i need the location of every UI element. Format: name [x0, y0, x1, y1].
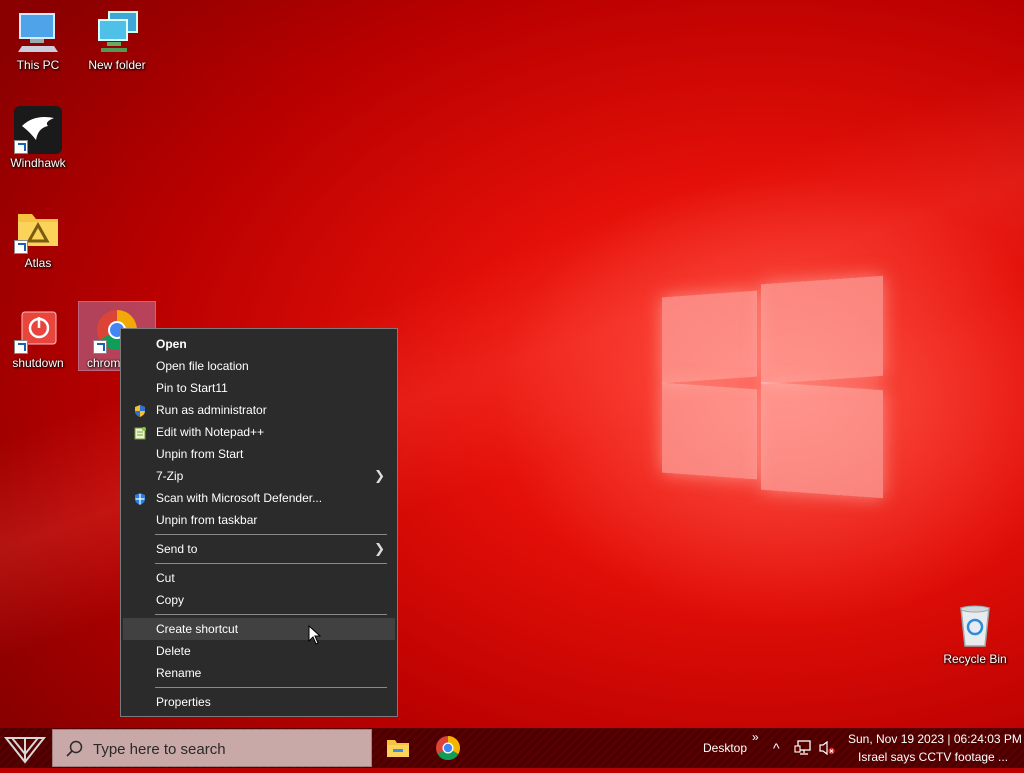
- menu-item-unpin-from-taskbar[interactable]: Unpin from taskbar: [123, 509, 395, 531]
- taskbar-search-box[interactable]: Type here to search: [52, 729, 372, 767]
- recycle-bin-icon: [951, 602, 999, 650]
- folder-icon: [14, 206, 62, 254]
- tray-show-hidden-icons[interactable]: ^: [773, 740, 780, 756]
- menu-item-label: Run as administrator: [156, 403, 267, 417]
- menu-item-label: Create shortcut: [156, 622, 239, 636]
- menu-separator: [155, 534, 387, 535]
- menu-item-scan-with-defender[interactable]: Scan with Microsoft Defender...: [123, 487, 395, 509]
- defender-shield-icon: [133, 491, 147, 505]
- menu-item-send-to[interactable]: Send to ❯: [123, 538, 395, 560]
- menu-item-create-shortcut[interactable]: Create shortcut: [123, 618, 395, 640]
- computer-icon: [14, 8, 62, 56]
- search-placeholder: Type here to search: [93, 741, 226, 758]
- mouse-cursor-icon: [308, 624, 322, 645]
- volume-muted-icon[interactable]: [818, 740, 836, 761]
- desktop-icon-label: This PC: [16, 58, 60, 72]
- menu-item-run-as-administrator[interactable]: Run as administrator: [123, 399, 395, 421]
- desktop-icon-label: New folder: [88, 58, 146, 72]
- shortcut-arrow-icon: [14, 140, 28, 154]
- shortcut-arrow-icon: [14, 340, 28, 354]
- desktop-icon-atlas[interactable]: Atlas: [0, 206, 76, 270]
- shortcut-arrow-icon: [14, 240, 28, 254]
- menu-item-label: Open: [156, 337, 187, 351]
- menu-item-label: Unpin from Start: [156, 447, 244, 461]
- menu-item-label: Unpin from taskbar: [156, 513, 258, 527]
- file-explorer-icon: [387, 740, 409, 757]
- menu-item-unpin-from-start[interactable]: Unpin from Start: [123, 443, 395, 465]
- windhawk-eagle-icon: [14, 106, 62, 154]
- menu-item-label: Edit with Notepad++: [156, 425, 265, 439]
- notepadpp-icon: [133, 425, 147, 440]
- menu-item-copy[interactable]: Copy: [123, 589, 395, 611]
- menu-item-label: Send to: [156, 542, 198, 556]
- desktop-toolbar-label[interactable]: Desktop: [703, 741, 747, 755]
- chevron-right-icon: ❯: [374, 541, 385, 556]
- desktop-icon-label: Atlas: [24, 256, 52, 270]
- taskbar-file-explorer-button[interactable]: [382, 732, 414, 764]
- desktop-icon-new-folder[interactable]: New folder: [79, 8, 155, 72]
- logo-pane: [761, 381, 883, 499]
- toolbar-overflow-chevron[interactable]: »: [752, 730, 759, 744]
- news-ticker[interactable]: Israel says CCTV footage ...: [858, 750, 1008, 764]
- menu-item-open[interactable]: Open: [123, 333, 395, 355]
- logo-pane: [662, 382, 757, 480]
- taskbar-chrome-button[interactable]: [432, 732, 464, 764]
- logo-pane: [761, 275, 883, 385]
- desktop-icon-windhawk[interactable]: Windhawk: [0, 106, 76, 170]
- menu-item-label: Cut: [156, 571, 175, 585]
- menu-item-cut[interactable]: Cut: [123, 567, 395, 589]
- menu-item-rename[interactable]: Rename: [123, 662, 395, 684]
- menu-item-properties[interactable]: Properties: [123, 691, 395, 713]
- uac-shield-icon: [133, 403, 147, 417]
- desktop-icon-label: Windhawk: [10, 156, 66, 170]
- start-button[interactable]: [0, 728, 50, 768]
- menu-item-label: Properties: [156, 695, 211, 709]
- desktop-icon-recycle-bin[interactable]: Recycle Bin: [937, 602, 1013, 666]
- menu-item-open-file-location[interactable]: Open file location: [123, 355, 395, 377]
- menu-item-label: Rename: [156, 666, 202, 680]
- menu-item-label: Copy: [156, 593, 185, 607]
- menu-item-label: Open file location: [156, 359, 249, 373]
- search-icon: [66, 740, 83, 757]
- shortcut-arrow-icon: [93, 340, 107, 354]
- menu-item-edit-with-notepadpp[interactable]: Edit with Notepad++: [123, 421, 395, 443]
- network-icon[interactable]: [794, 740, 812, 761]
- menu-item-label: Pin to Start11: [156, 381, 228, 395]
- desktop-icon-this-pc[interactable]: This PC: [0, 8, 76, 72]
- desktop-icon-shutdown[interactable]: shutdown: [0, 306, 76, 370]
- context-menu: Open Open file location Pin to Start11 R…: [120, 328, 398, 717]
- chrome-icon: [436, 736, 460, 761]
- logo-pane: [662, 290, 757, 384]
- menu-item-delete[interactable]: Delete: [123, 640, 395, 662]
- menu-item-7zip[interactable]: 7-Zip ❯: [123, 465, 395, 487]
- power-icon: [14, 306, 62, 354]
- menu-separator: [155, 563, 387, 564]
- chevron-right-icon: ❯: [374, 468, 385, 483]
- desktop-icon-label: shutdown: [12, 356, 64, 370]
- menu-item-pin-to-start11[interactable]: Pin to Start11: [123, 377, 395, 399]
- desktop-icon-label: Recycle Bin: [943, 652, 1007, 666]
- start-logo-icon: [3, 737, 47, 764]
- menu-item-label: Scan with Microsoft Defender...: [156, 491, 323, 505]
- network-folder-icon: [93, 8, 141, 56]
- menu-separator: [155, 687, 387, 688]
- menu-item-label: Delete: [156, 644, 191, 658]
- taskbar: Type here to search » Desktop ^ Sun, Nov…: [0, 728, 1024, 768]
- windows-logo-wallpaper: [660, 270, 886, 500]
- menu-separator: [155, 614, 387, 615]
- menu-item-label: 7-Zip: [156, 469, 184, 483]
- clock-datetime[interactable]: Sun, Nov 19 2023 | 06:24:03 PM: [848, 732, 1022, 746]
